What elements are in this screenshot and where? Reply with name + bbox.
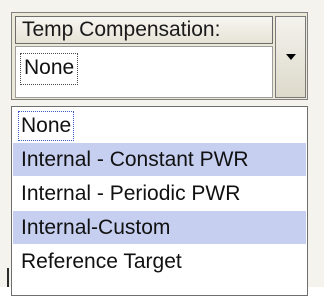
list-item-label: Reference Target bbox=[21, 250, 182, 273]
combo-selected-value[interactable]: None bbox=[20, 53, 79, 85]
dropdown-button[interactable] bbox=[275, 16, 306, 98]
background-edge bbox=[7, 268, 9, 287]
window: Temp Compensation: None None Internal - … bbox=[0, 0, 324, 296]
chevron-down-icon bbox=[286, 54, 296, 60]
list-item-label: Internal-Custom bbox=[21, 216, 171, 239]
list-item-label: Internal - Constant PWR bbox=[21, 148, 249, 171]
list-item-none[interactable]: None bbox=[13, 109, 306, 142]
list-item-label: None bbox=[18, 111, 75, 141]
dropdown-list[interactable]: None Internal - Constant PWR Internal - … bbox=[11, 106, 308, 296]
list-item-label: Internal - Periodic PWR bbox=[21, 182, 241, 205]
temp-compensation-combo[interactable]: Temp Compensation: None bbox=[11, 12, 308, 100]
temp-compensation-label: Temp Compensation: bbox=[15, 16, 273, 44]
list-item-reference-target[interactable]: Reference Target bbox=[13, 245, 306, 278]
combo-value-box[interactable]: None bbox=[15, 46, 273, 98]
list-item-internal-periodic-pwr[interactable]: Internal - Periodic PWR bbox=[13, 177, 306, 210]
list-item-internal-constant-pwr[interactable]: Internal - Constant PWR bbox=[13, 143, 306, 176]
list-item-internal-custom[interactable]: Internal-Custom bbox=[13, 211, 306, 244]
panel: Temp Compensation: None None Internal - … bbox=[0, 0, 324, 296]
